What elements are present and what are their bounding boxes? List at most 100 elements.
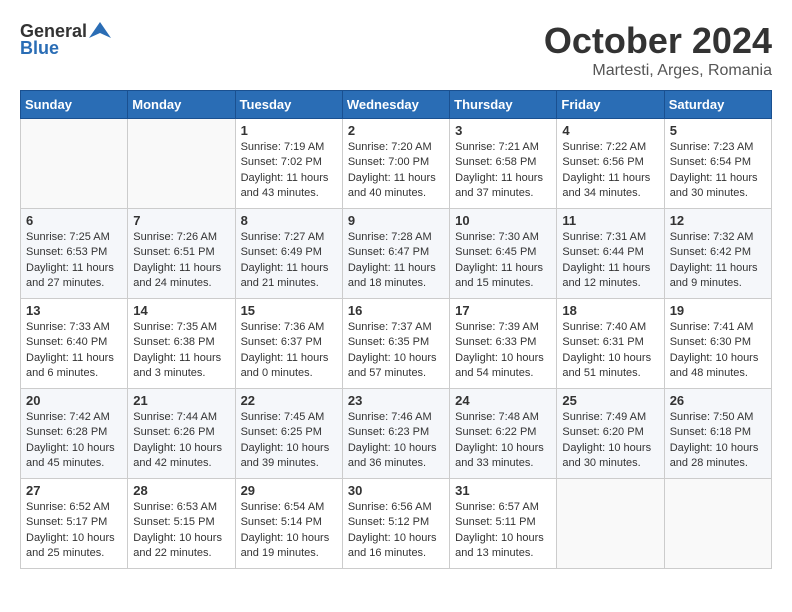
cell-content: Sunrise: 6:57 AM Sunset: 5:11 PM Dayligh…	[455, 500, 551, 562]
calendar-cell: 31Sunrise: 6:57 AM Sunset: 5:11 PM Dayli…	[450, 479, 557, 569]
cell-content: Sunrise: 7:23 AM Sunset: 6:54 PM Dayligh…	[670, 140, 766, 202]
cell-content: Sunrise: 7:26 AM Sunset: 6:51 PM Dayligh…	[133, 230, 229, 292]
calendar-cell	[21, 119, 128, 209]
day-number: 25	[562, 393, 658, 408]
day-number: 29	[241, 483, 337, 498]
day-number: 3	[455, 123, 551, 138]
calendar-cell: 17 Sunrise: 7:39 AM Sunset: 6:33 PM Dayli…	[450, 299, 557, 389]
cell-content: Sunrise: 7:45 AM Sunset: 6:25 PM Dayligh…	[241, 410, 337, 472]
weekday-header-sunday: Sunday	[21, 91, 128, 119]
calendar-cell: 29 Sunrise: 6:54 AM Sunset: 5:14 PM Dayli…	[235, 479, 342, 569]
day-number: 10	[455, 213, 551, 228]
calendar-cell: 25 Sunrise: 7:49 AM Sunset: 6:20 PM Dayli…	[557, 389, 664, 479]
cell-content: Sunrise: 6:52 AM Sunset: 5:17 PM Dayligh…	[26, 500, 122, 562]
cell-content: Sunrise: 7:41 AM Sunset: 6:30 PM Dayligh…	[670, 320, 766, 382]
calendar-cell: 13 Sunrise: 7:33 AM Sunset: 6:40 PM Dayli…	[21, 299, 128, 389]
logo-bird-icon	[89, 20, 111, 42]
day-number: 26	[670, 393, 766, 408]
weekday-header-thursday: Thursday	[450, 91, 557, 119]
month-title: October 2024	[544, 20, 772, 62]
day-number: 17	[455, 303, 551, 318]
calendar-cell: 30 Sunrise: 6:56 AM Sunset: 5:12 PM Dayli…	[342, 479, 449, 569]
day-number: 18	[562, 303, 658, 318]
day-number: 7	[133, 213, 229, 228]
calendar-cell: 23 Sunrise: 7:46 AM Sunset: 6:23 PM Dayli…	[342, 389, 449, 479]
location-subtitle: Martesti, Arges, Romania	[544, 62, 772, 80]
calendar-cell	[557, 479, 664, 569]
calendar-cell: 3 Sunrise: 7:21 AM Sunset: 6:58 PM Daylig…	[450, 119, 557, 209]
logo-blue: Blue	[20, 38, 59, 59]
cell-content: Sunrise: 7:33 AM Sunset: 6:40 PM Dayligh…	[26, 320, 122, 382]
cell-content: Sunrise: 7:46 AM Sunset: 6:23 PM Dayligh…	[348, 410, 444, 472]
day-number: 22	[241, 393, 337, 408]
calendar-cell: 16Sunrise: 7:37 AM Sunset: 6:35 PM Dayli…	[342, 299, 449, 389]
cell-content: Sunrise: 7:21 AM Sunset: 6:58 PM Dayligh…	[455, 140, 551, 202]
day-number: 12	[670, 213, 766, 228]
calendar-cell: 24Sunrise: 7:48 AM Sunset: 6:22 PM Dayli…	[450, 389, 557, 479]
calendar-cell	[128, 119, 235, 209]
calendar-cell: 9 Sunrise: 7:28 AM Sunset: 6:47 PM Daylig…	[342, 209, 449, 299]
day-number: 14	[133, 303, 229, 318]
cell-content: Sunrise: 7:25 AM Sunset: 6:53 PM Dayligh…	[26, 230, 122, 292]
cell-content: Sunrise: 7:30 AM Sunset: 6:45 PM Dayligh…	[455, 230, 551, 292]
weekday-header-wednesday: Wednesday	[342, 91, 449, 119]
calendar-cell: 10 Sunrise: 7:30 AM Sunset: 6:45 PM Dayli…	[450, 209, 557, 299]
cell-content: Sunrise: 7:49 AM Sunset: 6:20 PM Dayligh…	[562, 410, 658, 472]
cell-content: Sunrise: 7:32 AM Sunset: 6:42 PM Dayligh…	[670, 230, 766, 292]
day-number: 19	[670, 303, 766, 318]
day-number: 16	[348, 303, 444, 318]
day-number: 13	[26, 303, 122, 318]
calendar-cell	[664, 479, 771, 569]
day-number: 15	[241, 303, 337, 318]
calendar-cell: 5 Sunrise: 7:23 AM Sunset: 6:54 PM Daylig…	[664, 119, 771, 209]
cell-content: Sunrise: 7:50 AM Sunset: 6:18 PM Dayligh…	[670, 410, 766, 472]
day-number: 23	[348, 393, 444, 408]
calendar-week-2: 6Sunrise: 7:25 AM Sunset: 6:53 PM Daylig…	[21, 209, 772, 299]
calendar-week-1: 1Sunrise: 7:19 AM Sunset: 7:02 PM Daylig…	[21, 119, 772, 209]
calendar-week-3: 13 Sunrise: 7:33 AM Sunset: 6:40 PM Dayli…	[21, 299, 772, 389]
cell-content: Sunrise: 7:36 AM Sunset: 6:37 PM Dayligh…	[241, 320, 337, 382]
weekday-header-friday: Friday	[557, 91, 664, 119]
weekday-header-saturday: Saturday	[664, 91, 771, 119]
calendar-table: SundayMondayTuesdayWednesdayThursdayFrid…	[20, 90, 772, 569]
cell-content: Sunrise: 7:35 AM Sunset: 6:38 PM Dayligh…	[133, 320, 229, 382]
day-number: 11	[562, 213, 658, 228]
day-number: 2	[348, 123, 444, 138]
day-number: 20	[26, 393, 122, 408]
calendar-cell: 8 Sunrise: 7:27 AM Sunset: 6:49 PM Daylig…	[235, 209, 342, 299]
calendar-cell: 26 Sunrise: 7:50 AM Sunset: 6:18 PM Dayli…	[664, 389, 771, 479]
cell-content: Sunrise: 6:56 AM Sunset: 5:12 PM Dayligh…	[348, 500, 444, 562]
cell-content: Sunrise: 7:20 AM Sunset: 7:00 PM Dayligh…	[348, 140, 444, 202]
day-number: 5	[670, 123, 766, 138]
day-number: 27	[26, 483, 122, 498]
calendar-cell: 15 Sunrise: 7:36 AM Sunset: 6:37 PM Dayli…	[235, 299, 342, 389]
calendar-cell: 4 Sunrise: 7:22 AM Sunset: 6:56 PM Daylig…	[557, 119, 664, 209]
cell-content: Sunrise: 7:27 AM Sunset: 6:49 PM Dayligh…	[241, 230, 337, 292]
cell-content: Sunrise: 6:54 AM Sunset: 5:14 PM Dayligh…	[241, 500, 337, 562]
weekday-header-tuesday: Tuesday	[235, 91, 342, 119]
calendar-cell: 22 Sunrise: 7:45 AM Sunset: 6:25 PM Dayli…	[235, 389, 342, 479]
calendar-cell: 18 Sunrise: 7:40 AM Sunset: 6:31 PM Dayli…	[557, 299, 664, 389]
cell-content: Sunrise: 7:28 AM Sunset: 6:47 PM Dayligh…	[348, 230, 444, 292]
calendar-cell: 21Sunrise: 7:44 AM Sunset: 6:26 PM Dayli…	[128, 389, 235, 479]
logo: General Blue	[20, 20, 111, 59]
day-number: 9	[348, 213, 444, 228]
day-number: 4	[562, 123, 658, 138]
calendar-cell: 2 Sunrise: 7:20 AM Sunset: 7:00 PM Daylig…	[342, 119, 449, 209]
day-number: 30	[348, 483, 444, 498]
cell-content: Sunrise: 7:39 AM Sunset: 6:33 PM Dayligh…	[455, 320, 551, 382]
cell-content: Sunrise: 7:40 AM Sunset: 6:31 PM Dayligh…	[562, 320, 658, 382]
day-number: 8	[241, 213, 337, 228]
cell-content: Sunrise: 7:22 AM Sunset: 6:56 PM Dayligh…	[562, 140, 658, 202]
day-number: 1	[241, 123, 337, 138]
cell-content: Sunrise: 6:53 AM Sunset: 5:15 PM Dayligh…	[133, 500, 229, 562]
calendar-cell: 14 Sunrise: 7:35 AM Sunset: 6:38 PM Dayli…	[128, 299, 235, 389]
calendar-cell: 1Sunrise: 7:19 AM Sunset: 7:02 PM Daylig…	[235, 119, 342, 209]
calendar-cell: 7 Sunrise: 7:26 AM Sunset: 6:51 PM Daylig…	[128, 209, 235, 299]
title-area: October 2024 Martesti, Arges, Romania	[544, 20, 772, 80]
cell-content: Sunrise: 7:31 AM Sunset: 6:44 PM Dayligh…	[562, 230, 658, 292]
calendar-cell: 28Sunrise: 6:53 AM Sunset: 5:15 PM Dayli…	[128, 479, 235, 569]
calendar-cell: 20Sunrise: 7:42 AM Sunset: 6:28 PM Dayli…	[21, 389, 128, 479]
header: General Blue October 2024 Martesti, Arge…	[20, 20, 772, 80]
calendar-cell: 11 Sunrise: 7:31 AM Sunset: 6:44 PM Dayli…	[557, 209, 664, 299]
